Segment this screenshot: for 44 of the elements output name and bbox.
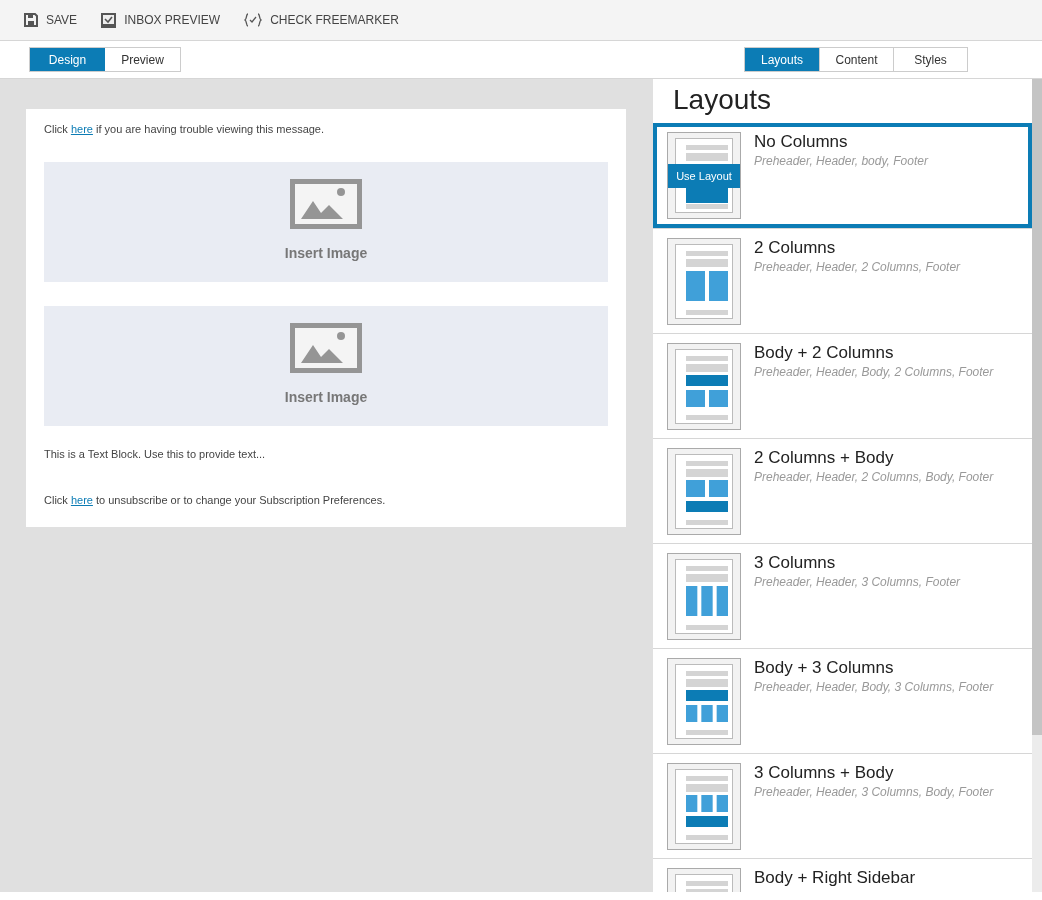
use-layout-button[interactable]: Use Layout bbox=[668, 164, 740, 188]
layout-option[interactable]: 2 Columns Preheader, Header, 2 Columns, Footer bbox=[653, 228, 1032, 333]
layout-name: Body + Right Sidebar bbox=[754, 868, 916, 888]
layout-parts: Preheader, Header, Body, 3 Columns, Footer bbox=[754, 679, 994, 696]
layout-name: 3 Columns + Body bbox=[754, 763, 895, 783]
layout-parts: Preheader, Header, 2 Columns, Body, Footer bbox=[754, 469, 994, 486]
layout-option[interactable]: Body + 2 Columns Preheader, Header, Body, 2 Columns, Footer bbox=[653, 333, 1032, 438]
braces-icon bbox=[244, 13, 263, 27]
checkbox-icon bbox=[101, 12, 117, 28]
layout-option[interactable]: Body + Right Sidebar bbox=[653, 858, 1032, 892]
image-icon bbox=[290, 323, 362, 373]
toolbar-button[interactable]: CHECK FREEMARKER bbox=[244, 11, 399, 29]
layout-option[interactable]: 2 Columns + Body Preheader, Header, 2 Columns, Body, Footer bbox=[653, 438, 1032, 543]
layout-name: 2 Columns + Body bbox=[754, 448, 895, 468]
save-icon bbox=[24, 13, 38, 27]
layout-option[interactable]: Use Layout No Columns Preheader, Header, body, Footer bbox=[653, 123, 1032, 228]
mode-tab[interactable]: Design bbox=[30, 48, 105, 71]
layout-name: 3 Columns bbox=[754, 553, 837, 573]
layout-parts: Preheader, Header, 2 Columns, Footer bbox=[754, 259, 961, 276]
layout-name: Body + 3 Columns bbox=[754, 658, 895, 678]
image-icon bbox=[290, 179, 362, 229]
layout-name: Body + 2 Columns bbox=[754, 343, 895, 363]
layout-option[interactable]: 3 Columns + Body Preheader, Header, 3 Columns, Body, Footer bbox=[653, 753, 1032, 858]
layout-name: No Columns bbox=[754, 132, 849, 152]
view-online-text: Click here if you are having trouble viewing this message. bbox=[44, 122, 326, 137]
here-link[interactable]: here bbox=[70, 494, 93, 506]
insert-image-label: Insert Image bbox=[284, 244, 368, 263]
panel-tab[interactable]: Layouts bbox=[745, 48, 819, 71]
image-placeholder[interactable]: Insert Image bbox=[44, 305, 608, 426]
image-placeholder[interactable]: Insert Image bbox=[44, 161, 608, 282]
text-block[interactable]: This is a Text Block. Use this to provide text... bbox=[44, 445, 608, 462]
panel-title: Layouts bbox=[672, 83, 773, 117]
insert-image-label: Insert Image bbox=[284, 388, 368, 407]
layout-parts: Preheader, Header, 3 Columns, Body, Footer bbox=[754, 784, 994, 801]
toolbar-button[interactable]: INBOX PREVIEW bbox=[101, 11, 221, 29]
layout-parts: Preheader, Header, Body, 2 Columns, Footer bbox=[754, 364, 994, 381]
layout-option[interactable]: Body + 3 Columns Preheader, Header, Body, 3 Columns, Footer bbox=[653, 648, 1032, 753]
layout-name: 2 Columns bbox=[754, 238, 837, 258]
layout-parts: Preheader, Header, 3 Columns, Footer bbox=[754, 574, 961, 591]
layout-parts: Preheader, Header, body, Footer bbox=[754, 153, 928, 170]
layout-option[interactable]: 3 Columns Preheader, Header, 3 Columns, Footer bbox=[653, 543, 1032, 648]
here-link[interactable]: here bbox=[70, 123, 93, 135]
unsubscribe-text: Click here to unsubscribe or to change your Subscription Preferences. bbox=[44, 493, 387, 508]
toolbar-button[interactable]: SAVE bbox=[24, 11, 78, 29]
